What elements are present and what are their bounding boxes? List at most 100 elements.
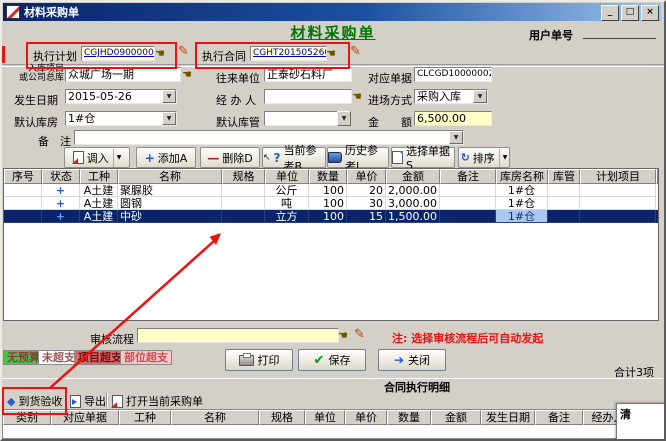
cell[interactable]: 3,000.00	[386, 197, 440, 210]
table-row[interactable]: +A土建中砂立方100151,500.001#仓	[4, 210, 658, 223]
cell[interactable]	[440, 184, 496, 197]
project-input[interactable]: 众城广场一期	[65, 67, 181, 82]
review-flow-input[interactable]	[137, 328, 339, 343]
column-header-9[interactable]: 金额	[386, 169, 440, 184]
cell[interactable]	[222, 210, 265, 223]
current-reference-button[interactable]: ↖? 当前参考B	[262, 147, 326, 168]
export-button[interactable]: 导出	[70, 393, 106, 409]
history-reference-button[interactable]: 历史参考I	[327, 147, 389, 168]
table-row[interactable]: +A土建圆钢 吨100303,000.00 1#仓	[4, 197, 658, 210]
column-header-2[interactable]: 状态	[42, 169, 80, 184]
cell[interactable]	[580, 210, 656, 223]
review-edit-pen-icon[interactable]: ✎	[354, 327, 365, 342]
exec-plan-picker-hand-icon[interactable]: ☚	[155, 47, 165, 60]
cell[interactable]	[580, 197, 656, 210]
cell[interactable]: 15	[347, 210, 386, 223]
delete-button[interactable]: — 删除D	[200, 147, 260, 168]
column-header-13[interactable]: 计划项目	[580, 169, 656, 184]
cell[interactable]: A土建	[80, 197, 118, 210]
table-row[interactable]: +A土建聚脲胶 公斤100202,000.00 1#仓	[4, 184, 658, 197]
cell[interactable]: 吨	[265, 197, 309, 210]
column-header-10[interactable]: 发生日期	[481, 410, 535, 425]
close-form-button[interactable]: ➔ 关闭	[378, 349, 446, 371]
column-header-7[interactable]: 数量	[309, 169, 347, 184]
column-header-8[interactable]: 数量	[387, 410, 431, 425]
cell[interactable]: 聚脲胶	[118, 184, 222, 197]
column-header-11[interactable]: 备注	[535, 410, 583, 425]
default-warehouse-combobox[interactable]: 1#仓 ▼	[65, 111, 177, 126]
save-button[interactable]: ✔ 保存	[298, 349, 366, 371]
cell[interactable]	[548, 197, 580, 210]
cell[interactable]: 1,500.00	[386, 210, 440, 223]
column-header-1[interactable]: 序号	[4, 169, 42, 184]
cell[interactable]	[222, 184, 265, 197]
items-table[interactable]: 序号状态工种名称规格单位数量单价金额备注库房名称库管员计划项目+A土建聚脲胶公斤…	[3, 168, 659, 321]
chevron-down-icon[interactable]: ▼	[473, 90, 487, 103]
column-header-5[interactable]: 规格	[222, 169, 265, 184]
import-button[interactable]: 调入 ▼	[64, 147, 130, 168]
status-plus-icon[interactable]: +	[42, 197, 80, 210]
exec-plan-edit-pen-icon[interactable]: ✎	[178, 44, 189, 59]
cell[interactable]: 立方	[265, 210, 309, 223]
date-combobox[interactable]: 2015-05-26 ▼	[65, 89, 177, 104]
cell[interactable]: 20	[347, 184, 386, 197]
contract-detail-table[interactable]: 类别对应单据工种名称规格单位单价数量金额发生日期备注经办人	[2, 409, 664, 439]
cell[interactable]: 1#仓	[496, 184, 548, 197]
column-header-1[interactable]: 类别	[3, 410, 51, 425]
exec-plan-input[interactable]: CGJHD090000014	[81, 46, 155, 61]
column-header-10[interactable]: 备注	[440, 169, 496, 184]
maximize-button[interactable]: □	[621, 5, 639, 21]
select-document-button[interactable]: 选择单据S	[391, 147, 455, 168]
cell[interactable]	[548, 184, 580, 197]
open-current-order-button[interactable]: 打开当前采购单	[112, 393, 203, 409]
cell[interactable]	[440, 197, 496, 210]
cell[interactable]	[222, 197, 265, 210]
exec-contract-edit-pen-icon[interactable]: ✎	[350, 44, 361, 59]
column-header-2[interactable]: 对应单据	[51, 410, 119, 425]
review-picker-hand-icon[interactable]: ☚	[338, 329, 348, 342]
column-header-5[interactable]: 规格	[259, 410, 305, 425]
column-header-6[interactable]: 单位	[265, 169, 309, 184]
handler-input[interactable]	[264, 89, 352, 104]
status-plus-icon[interactable]: +	[42, 184, 80, 197]
handler-picker-hand-icon[interactable]: ☚	[352, 90, 362, 103]
print-button[interactable]: 打印	[225, 349, 293, 371]
default-keeper-input[interactable]	[264, 111, 338, 126]
status-plus-icon[interactable]: +	[42, 210, 80, 223]
exec-contract-picker-hand-icon[interactable]: ☚	[326, 47, 336, 60]
exec-contract-input[interactable]: CGHT2015052601	[250, 46, 327, 61]
cell[interactable]: 30	[347, 197, 386, 210]
cell[interactable]: A土建	[80, 184, 118, 197]
cell[interactable]: 中砂	[118, 210, 222, 223]
cell[interactable]	[580, 184, 656, 197]
cell[interactable]: 公斤	[265, 184, 309, 197]
keeper-dropdown-icon[interactable]: ▼	[337, 111, 351, 126]
goods-receipt-button[interactable]: ◆ 到货验收	[7, 393, 62, 409]
column-header-3[interactable]: 工种	[80, 169, 118, 184]
column-header-6[interactable]: 单位	[305, 410, 345, 425]
chevron-down-icon[interactable]: ▼	[162, 90, 176, 103]
ref-doc-input[interactable]: CLCGD100000029	[414, 67, 492, 82]
cell[interactable]	[4, 197, 42, 210]
cell[interactable]	[440, 210, 496, 223]
column-header-4[interactable]: 名称	[118, 169, 222, 184]
close-button[interactable]: ×	[641, 5, 659, 21]
amount-input[interactable]: 6,500.00	[414, 111, 492, 126]
column-header-3[interactable]: 工种	[119, 410, 171, 425]
cell[interactable]	[4, 184, 42, 197]
cell[interactable]: 1#仓	[496, 197, 548, 210]
column-header-9[interactable]: 金额	[431, 410, 481, 425]
cell[interactable]: 圆钢	[118, 197, 222, 210]
add-button[interactable]: + 添加A	[136, 147, 196, 168]
cell[interactable]	[548, 210, 580, 223]
cell[interactable]: 100	[309, 184, 347, 197]
cell[interactable]: 100	[309, 197, 347, 210]
cell[interactable]	[4, 210, 42, 223]
cell[interactable]: 100	[309, 210, 347, 223]
cell[interactable]: 2,000.00	[386, 184, 440, 197]
chevron-down-icon[interactable]: ▼	[162, 112, 176, 125]
column-header-12[interactable]: 库管员	[548, 169, 580, 184]
cell[interactable]: A土建	[80, 210, 118, 223]
sort-button[interactable]: ↻ 排序 ▼	[458, 147, 510, 168]
column-header-4[interactable]: 名称	[171, 410, 259, 425]
